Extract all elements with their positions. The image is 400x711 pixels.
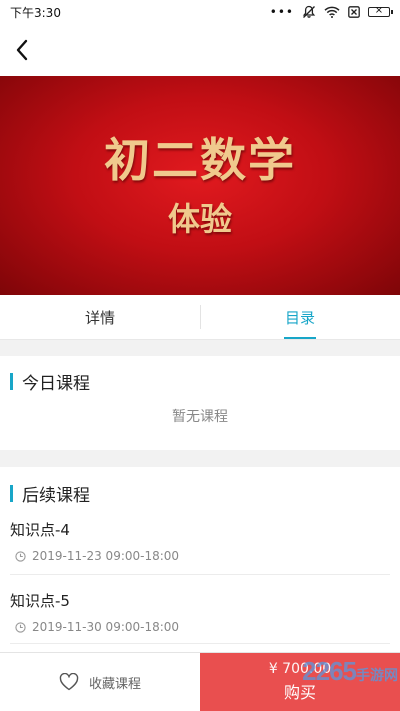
empty-courses-text: 暂无课程 (172, 409, 228, 425)
mute-bell-icon (302, 5, 316, 18)
course-banner: 初二数学 体验 (0, 76, 400, 295)
back-arrow-icon (16, 39, 28, 61)
sim-x-icon (348, 6, 360, 18)
status-time: 下午3:30 (10, 5, 61, 20)
buy-button[interactable]: ¥ 700.00 购买 (200, 653, 400, 711)
back-button[interactable] (6, 34, 38, 66)
tab-divider (200, 305, 201, 329)
section-accent-bar (10, 484, 13, 502)
banner-subtitle: 体验 (167, 199, 232, 238)
clock-icon (15, 621, 26, 633)
section-accent-bar (10, 372, 13, 390)
upcoming-courses-card: 后续课程 知识点-4 2019-11-23 09:00-18:00 知识点-5 … (0, 467, 400, 652)
favorite-course-button[interactable]: 收藏课程 (0, 653, 200, 711)
course-item[interactable]: 知识点-5 2019-11-30 09:00-18:00 (0, 590, 400, 634)
favorite-label: 收藏课程 (88, 676, 141, 692)
today-courses-title: 今日课程 (22, 373, 90, 394)
battery-icon: × (368, 5, 393, 17)
today-courses-card: 今日课程 暂无课程 (0, 356, 400, 450)
tab-details[interactable]: 详情 (0, 295, 200, 339)
price-text: ¥ 700.00 (268, 661, 332, 677)
banner-title: 初二数学 (104, 132, 296, 187)
course-item[interactable]: 知识点-4 2019-11-23 09:00-18:00 (0, 519, 400, 563)
status-bar: 下午3:30 ••• × (0, 0, 400, 24)
today-courses-header: 今日课程 (0, 356, 400, 406)
course-item-title: 知识点-5 (10, 592, 70, 610)
more-dots-icon: ••• (269, 5, 294, 19)
course-item-time-text: 2019-11-30 09:00-18:00 (32, 620, 180, 634)
course-item-time-text: 2019-11-23 09:00-18:00 (32, 549, 180, 563)
tab-catalog[interactable]: 目录 (200, 295, 400, 339)
wifi-icon (324, 6, 340, 18)
nav-bar (0, 24, 400, 76)
buy-label: 购买 (283, 683, 316, 702)
item-divider (10, 574, 390, 575)
tab-bar: 详情 目录 (0, 295, 400, 340)
course-item-time: 2019-11-23 09:00-18:00 (10, 549, 390, 563)
heart-icon (59, 673, 79, 691)
upcoming-courses-title: 后续课程 (22, 485, 90, 506)
clock-icon (15, 550, 26, 562)
bottom-action-bar: 收藏课程 ¥ 700.00 购买 (0, 652, 400, 711)
upcoming-courses-header: 后续课程 (0, 467, 400, 519)
course-item-title: 知识点-4 (10, 521, 70, 539)
course-item-time: 2019-11-30 09:00-18:00 (10, 620, 390, 634)
status-icons: ••• × (269, 5, 393, 19)
item-divider (10, 643, 390, 644)
